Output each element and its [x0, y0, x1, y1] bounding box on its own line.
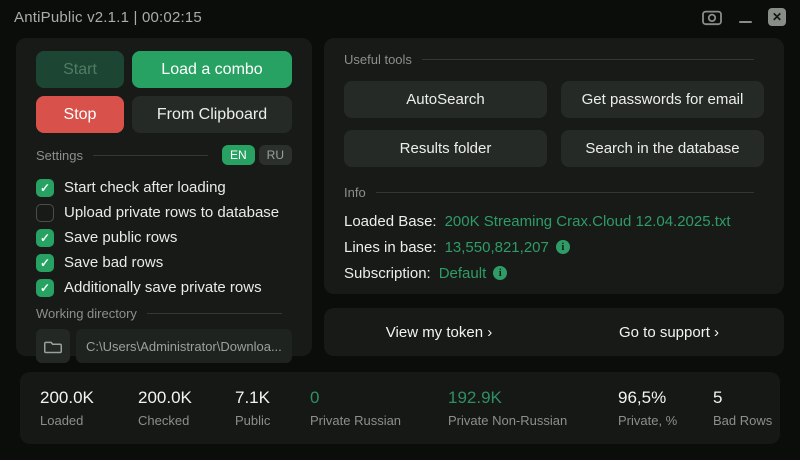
- working-directory-header: Working directory: [36, 306, 292, 321]
- working-directory-label: Working directory: [36, 306, 137, 321]
- checkbox-icon: [36, 279, 54, 297]
- results-folder-button[interactable]: Results folder: [344, 130, 547, 167]
- stat-label: Loaded: [40, 413, 138, 428]
- useful-tools-label: Useful tools: [344, 52, 412, 67]
- stop-button[interactable]: Stop: [36, 96, 124, 133]
- checkbox-icon: [36, 254, 54, 272]
- stat-bad-rows: 5 Bad Rows: [713, 388, 772, 428]
- settings-label: Settings: [36, 148, 83, 163]
- stat-value: 192.9K: [448, 388, 618, 408]
- close-icon[interactable]: ✕: [768, 8, 786, 26]
- info-row-label: Subscription:: [344, 265, 431, 282]
- start-button[interactable]: Start: [36, 51, 124, 88]
- stat-value: 5: [713, 388, 772, 408]
- stat-private-russian: 0 Private Russian: [310, 388, 448, 428]
- stat-value: 200.0K: [138, 388, 235, 408]
- checkbox-icon: [36, 229, 54, 247]
- stat-label: Bad Rows: [713, 413, 772, 428]
- info-icon[interactable]: [556, 240, 570, 254]
- checkbox-label: Additionally save private rows: [64, 279, 262, 296]
- loaded-base-value: 200K Streaming Crax.Cloud 12.04.2025.txt: [445, 213, 731, 230]
- checkbox-additionally-save-private-rows[interactable]: Additionally save private rows: [36, 275, 292, 300]
- stat-value: 96,5%: [618, 388, 713, 408]
- app-title: AntiPublic v2.1.1 | 00:02:15: [14, 9, 202, 26]
- lines-in-base-value: 13,550,821,207: [445, 239, 549, 256]
- checkbox-label: Upload private rows to database: [64, 204, 279, 221]
- control-panel: Start Load a combo Stop From Clipboard S…: [16, 38, 312, 356]
- divider: [376, 192, 754, 193]
- titlebar-icons: ✕: [701, 8, 786, 26]
- minimize-icon[interactable]: [739, 11, 752, 23]
- info-row-subscription: Subscription: Default: [344, 260, 764, 286]
- autosearch-button[interactable]: AutoSearch: [344, 81, 547, 118]
- stat-label: Private, %: [618, 413, 713, 428]
- checkbox-upload-private-rows[interactable]: Upload private rows to database: [36, 200, 292, 225]
- stat-private-non-russian: 192.9K Private Non-Russian: [448, 388, 618, 428]
- divider: [93, 155, 208, 156]
- checkbox-label: Start check after loading: [64, 179, 226, 196]
- view-my-token-link[interactable]: View my token ›: [324, 324, 554, 341]
- stat-private-percent: 96,5% Private, %: [618, 388, 713, 428]
- language-ru-toggle[interactable]: RU: [259, 145, 292, 165]
- info-row-label: Loaded Base:: [344, 213, 437, 230]
- links-panel: View my token › Go to support ›: [324, 308, 784, 356]
- load-combo-button[interactable]: Load a combo: [132, 51, 292, 88]
- checkbox-start-check-after-loading[interactable]: Start check after loading: [36, 175, 292, 200]
- checkbox-icon: [36, 179, 54, 197]
- stat-public: 7.1K Public: [235, 388, 310, 428]
- stat-label: Private Non-Russian: [448, 413, 618, 428]
- settings-header: Settings EN RU: [36, 145, 292, 165]
- stat-label: Checked: [138, 413, 235, 428]
- checkbox-save-bad-rows[interactable]: Save bad rows: [36, 250, 292, 275]
- info-label: Info: [344, 185, 366, 200]
- info-icon[interactable]: [493, 266, 507, 280]
- checkbox-save-public-rows[interactable]: Save public rows: [36, 225, 292, 250]
- stat-checked: 200.0K Checked: [138, 388, 235, 428]
- screenshot-camera-icon[interactable]: [701, 8, 723, 26]
- go-to-support-link[interactable]: Go to support ›: [554, 324, 784, 341]
- subscription-value: Default: [439, 265, 487, 282]
- checkbox-label: Save bad rows: [64, 254, 163, 271]
- checkbox-icon: [36, 204, 54, 222]
- folder-icon: [44, 339, 62, 354]
- divider: [422, 59, 754, 60]
- search-database-button[interactable]: Search in the database: [561, 130, 764, 167]
- working-directory-input[interactable]: [76, 329, 292, 363]
- useful-tools-header: Useful tools: [344, 52, 764, 67]
- language-en-toggle[interactable]: EN: [222, 145, 255, 165]
- checkbox-label: Save public rows: [64, 229, 177, 246]
- stat-value: 7.1K: [235, 388, 310, 408]
- stat-value: 0: [310, 388, 448, 408]
- browse-folder-button[interactable]: [36, 329, 70, 363]
- info-row-lines-in-base: Lines in base: 13,550,821,207: [344, 234, 764, 260]
- stat-label: Public: [235, 413, 310, 428]
- from-clipboard-button[interactable]: From Clipboard: [132, 96, 292, 133]
- info-row-loaded-base: Loaded Base: 200K Streaming Crax.Cloud 1…: [344, 208, 764, 234]
- tools-info-panel: Useful tools AutoSearch Get passwords fo…: [324, 38, 784, 294]
- stat-label: Private Russian: [310, 413, 448, 428]
- stat-loaded: 200.0K Loaded: [40, 388, 138, 428]
- divider: [147, 313, 282, 314]
- stat-value: 200.0K: [40, 388, 138, 408]
- info-header: Info: [344, 185, 764, 200]
- stats-bar: 200.0K Loaded 200.0K Checked 7.1K Public…: [20, 372, 780, 444]
- get-passwords-button[interactable]: Get passwords for email: [561, 81, 764, 118]
- titlebar: AntiPublic v2.1.1 | 00:02:15 ✕: [0, 0, 800, 34]
- info-row-label: Lines in base:: [344, 239, 437, 256]
